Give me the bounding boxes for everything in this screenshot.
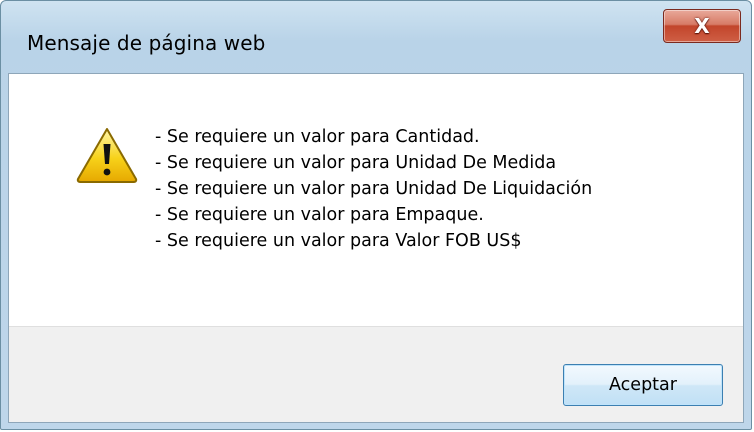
message-area: - Se requiere un valor para Cantidad. - … [9,74,743,326]
message-line: - Se requiere un valor para Valor FOB US… [155,231,522,251]
message-line: - Se requiere un valor para Cantidad. [155,127,480,147]
accept-button[interactable]: Aceptar [563,364,723,406]
message-line: - Se requiere un valor para Empaque. [155,205,484,225]
close-button[interactable]: X [663,9,741,43]
message-line: - Se requiere un valor para Unidad De Me… [155,153,557,173]
title-bar[interactable]: Mensaje de página web X [1,1,751,73]
dialog-body: - Se requiere un valor para Cantidad. - … [8,73,744,423]
message-dialog: Mensaje de página web X - Se requiere un… [0,0,752,430]
close-icon: X [694,14,710,38]
message-line: - Se requiere un valor para Unidad De Li… [155,179,593,199]
dialog-footer: Aceptar [9,326,743,422]
dialog-title: Mensaje de página web [27,31,266,55]
warning-icon [76,128,138,183]
message-list: - Se requiere un valor para Cantidad. - … [155,124,592,254]
